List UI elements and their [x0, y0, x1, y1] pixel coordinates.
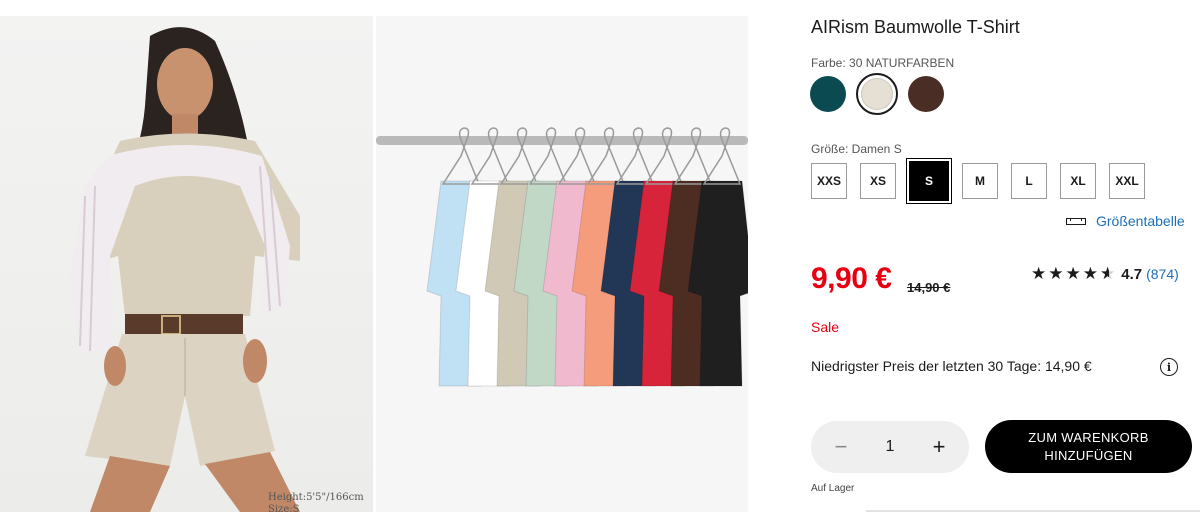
product-photo-model[interactable]: Height:5'5"/166cm Size:S	[0, 16, 373, 512]
size-chart-label: Größentabelle	[1096, 213, 1185, 229]
rating-summary[interactable]: ★★★★★★ 4.7 (874)	[1031, 264, 1179, 284]
star-icon: ★	[1065, 264, 1083, 283]
size-button-xs[interactable]: XS	[860, 163, 896, 199]
sale-badge: Sale	[811, 319, 840, 335]
model-size-caption: Height:5'5"/166cm Size:S	[268, 492, 364, 512]
quantity-stepper: − 1 +	[811, 421, 969, 473]
minus-icon[interactable]: −	[831, 434, 851, 460]
star-icon: ★	[1031, 264, 1049, 283]
color-swatch-brown[interactable]	[908, 76, 944, 112]
star-icon: ★	[1082, 264, 1100, 283]
lowest-price-note: Niedrigster Preis der letzten 30 Tage: 1…	[811, 358, 1092, 374]
size-button-s[interactable]: S	[909, 161, 949, 201]
current-price: 9,90 €	[811, 262, 892, 295]
product-title: AIRism Baumwolle T-Shirt	[811, 17, 1020, 37]
model-size-text: Size:S	[268, 504, 300, 512]
add-to-cart-label-line1: ZUM WARENKORB	[1028, 429, 1149, 445]
ruler-icon	[1066, 217, 1086, 225]
review-count-link[interactable]: (874)	[1146, 266, 1179, 282]
add-to-cart-button[interactable]: ZUM WARENKORB HINZUFÜGEN	[985, 420, 1192, 473]
rating-stars: ★★★★★★	[1031, 264, 1117, 284]
size-button-m[interactable]: M	[962, 163, 998, 199]
size-button-xxs[interactable]: XXS	[811, 163, 847, 199]
color-swatch-natural[interactable]	[856, 73, 898, 115]
original-price: 14,90 €	[907, 280, 951, 295]
color-swatch-teal[interactable]	[810, 76, 846, 112]
plus-icon[interactable]: +	[929, 434, 949, 460]
rack-illustration	[376, 127, 748, 387]
quantity-value[interactable]: 1	[886, 438, 895, 456]
model-illustration	[70, 27, 300, 512]
size-button-xxl[interactable]: XXL	[1109, 163, 1145, 199]
half-star-icon: ★★	[1100, 264, 1118, 283]
size-label: Größe: Damen S	[811, 142, 902, 156]
swatch-fill	[861, 78, 893, 110]
color-swatches	[810, 73, 944, 115]
add-to-cart-label-line2: HINZUFÜGEN	[1044, 447, 1133, 463]
star-icon: ★	[1048, 264, 1066, 283]
color-label: Farbe: 30 NATURFARBEN	[811, 56, 955, 70]
stock-status: Auf Lager	[811, 483, 855, 494]
info-icon[interactable]: i	[1160, 358, 1178, 376]
model-height-text: Height:5'5"/166cm	[268, 492, 364, 503]
product-photo-rack[interactable]	[376, 16, 748, 512]
size-button-l[interactable]: L	[1011, 163, 1047, 199]
size-chart-link[interactable]: Größentabelle	[1066, 213, 1185, 229]
size-selector: XXS XS S M L XL XXL	[811, 161, 1145, 201]
rating-value: 4.7	[1121, 265, 1143, 283]
size-button-xl[interactable]: XL	[1060, 163, 1096, 199]
